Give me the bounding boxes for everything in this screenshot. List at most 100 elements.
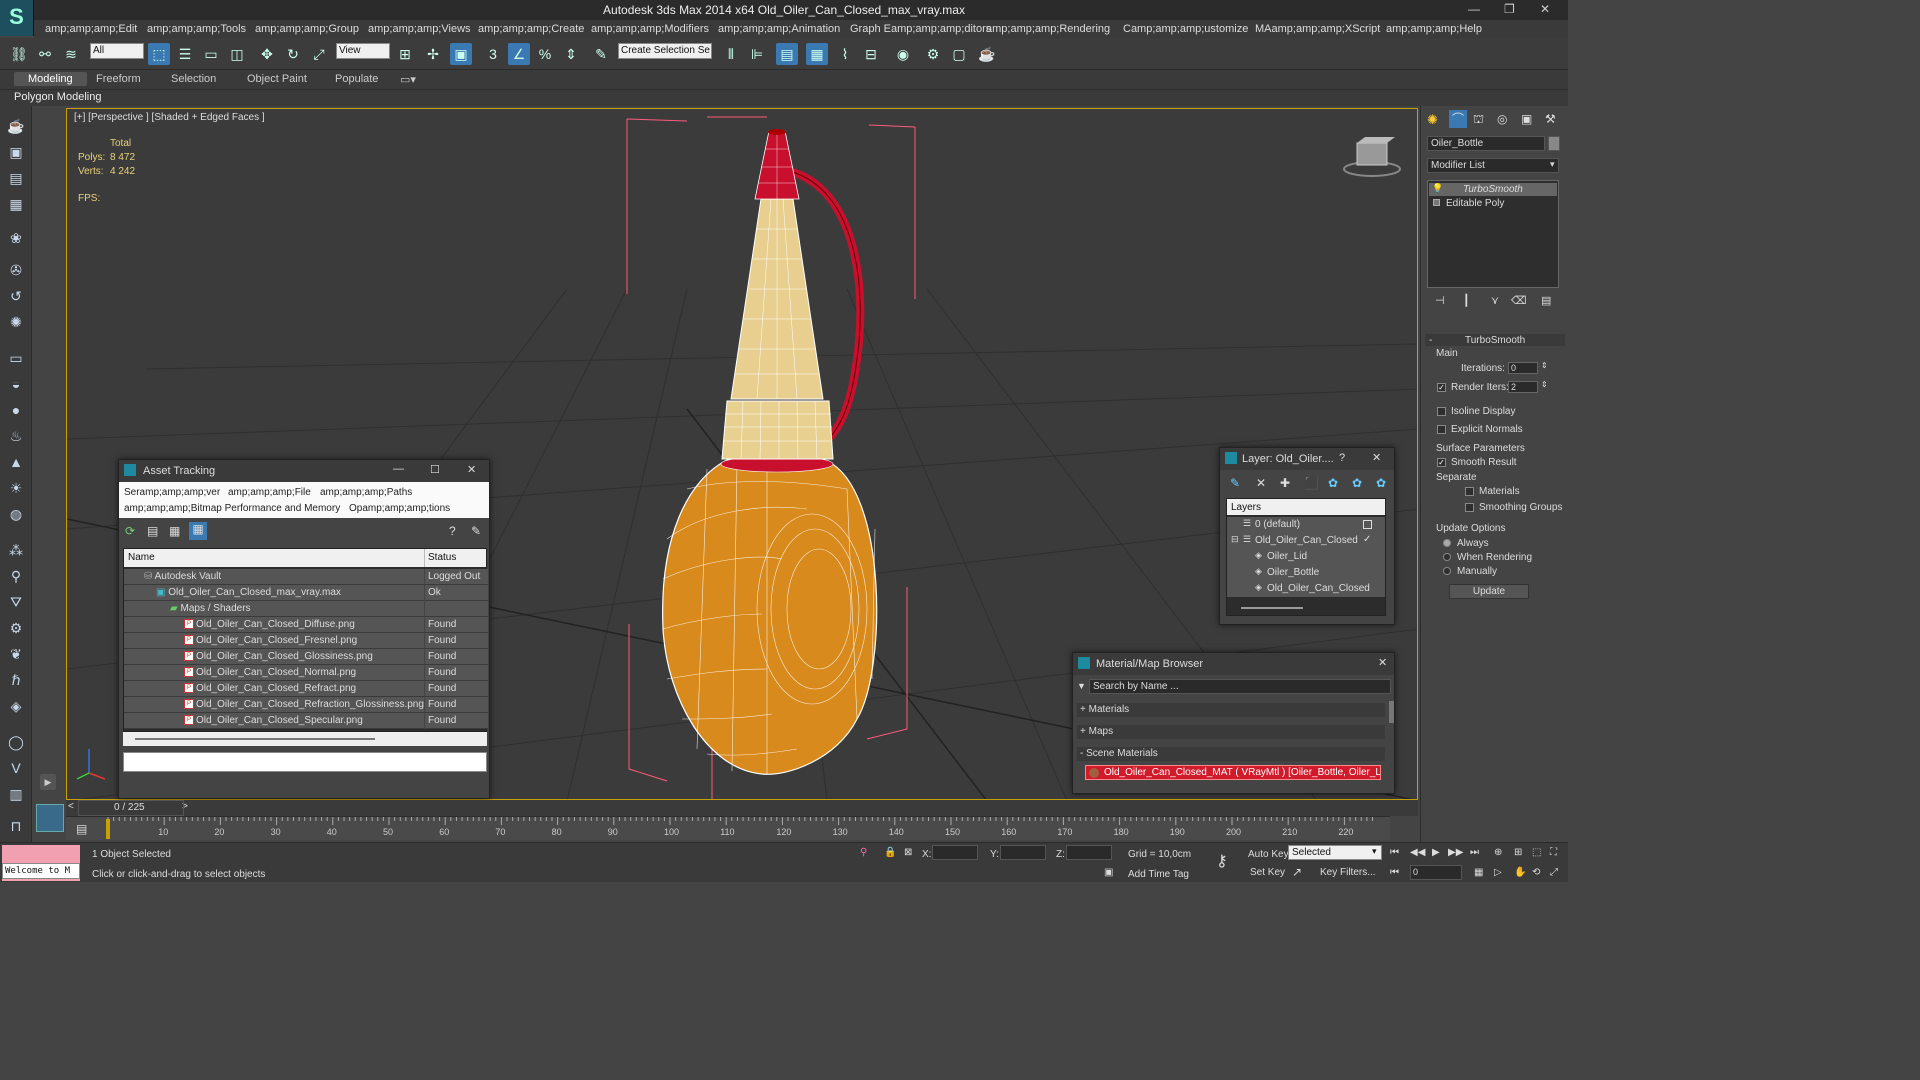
- layer-row[interactable]: ☰ 0 (default): [1227, 517, 1385, 533]
- close-button[interactable]: ✕: [1540, 2, 1550, 16]
- current-frame-marker[interactable]: [106, 819, 110, 839]
- tab-populate[interactable]: Populate: [335, 73, 378, 85]
- snap-3d-icon[interactable]: 3: [482, 43, 504, 65]
- restore-button[interactable]: ❐: [1504, 2, 1515, 16]
- configure-sets-icon[interactable]: ▤: [1541, 294, 1551, 307]
- key-mode-dropdown[interactable]: Selected: [1288, 845, 1382, 860]
- menu-customize[interactable]: Camp;amp;amp;ustomize: [1123, 23, 1248, 35]
- percent-snap-icon[interactable]: %: [534, 43, 556, 65]
- scroll-thumb[interactable]: [1241, 607, 1303, 609]
- pivot-center-icon[interactable]: ⊞: [394, 43, 416, 65]
- tab-freeform[interactable]: Freeform: [96, 73, 141, 85]
- camera-icon[interactable]: ✇: [5, 260, 27, 280]
- modifier-list-dropdown[interactable]: Modifier List: [1427, 158, 1559, 173]
- track-bar-icon[interactable]: ▤: [76, 822, 87, 836]
- layer-row[interactable]: ◈ Old_Oiler_Can_Closed: [1227, 581, 1385, 597]
- next-key-icon[interactable]: ▶▶: [1448, 847, 1463, 858]
- rotate-icon[interactable]: ↻: [282, 43, 304, 65]
- gear-icon[interactable]: ⚙: [5, 618, 27, 638]
- update-button[interactable]: Update: [1449, 584, 1529, 599]
- grid-view-icon[interactable]: ▦: [189, 522, 207, 540]
- explicit-normals-checkbox[interactable]: [1437, 425, 1446, 434]
- tab-selection[interactable]: Selection: [171, 73, 216, 85]
- stack-item-editable-poly[interactable]: Editable Poly: [1429, 197, 1557, 210]
- table-row[interactable]: P Old_Oiler_Can_Closed_Refract.png Found: [124, 681, 488, 697]
- menu-bitmap-performance[interactable]: amp;amp;amp;Bitmap Performance and Memor…: [124, 503, 340, 514]
- table-row[interactable]: ▰ Maps / Shaders: [124, 601, 488, 617]
- delete-layer-icon[interactable]: ✕: [1256, 476, 1266, 490]
- rect-selection-icon[interactable]: ▭: [200, 43, 222, 65]
- menu-rendering[interactable]: amp;amp;amp;Rendering: [986, 23, 1110, 35]
- spinner-arrows-icon[interactable]: ⇕: [1541, 380, 1548, 389]
- material-search-input[interactable]: Search by Name ...: [1089, 679, 1391, 694]
- options-dropdown-icon[interactable]: ▼: [1077, 681, 1086, 691]
- absolute-mode-icon[interactable]: ⊠: [904, 847, 912, 858]
- hf-icon[interactable]: ℏ: [5, 670, 27, 690]
- menu-group[interactable]: amp;amp;amp;Group: [255, 23, 359, 35]
- set-key-button[interactable]: Set Key: [1250, 867, 1285, 878]
- ribbon-toggle-icon[interactable]: ▦: [806, 43, 828, 65]
- maximize-viewport-icon[interactable]: ⤢: [1550, 867, 1558, 878]
- menu-help[interactable]: amp;amp;amp;Help: [1386, 23, 1482, 35]
- grid-icon[interactable]: ▦: [5, 194, 27, 214]
- material-browser-titlebar[interactable]: Material/Map Browser ✕: [1073, 653, 1394, 675]
- display-tab-icon[interactable]: ▣: [1521, 112, 1532, 126]
- layer-row[interactable]: ◈ Oiler_Lid: [1227, 549, 1385, 565]
- select-by-name-icon[interactable]: ☰: [174, 43, 196, 65]
- menu-options[interactable]: Opamp;amp;amp;tions: [349, 503, 450, 514]
- manually-radio[interactable]: [1443, 567, 1451, 575]
- film-icon[interactable]: ✺: [5, 312, 27, 332]
- list-icon[interactable]: ▤: [5, 168, 27, 188]
- unlink-icon[interactable]: ⚯: [34, 43, 56, 65]
- refresh-icon[interactable]: ⟳: [125, 524, 135, 538]
- table-row[interactable]: P Old_Oiler_Can_Closed_Fresnel.png Found: [124, 633, 488, 649]
- zoom-icon[interactable]: ⊕: [1494, 847, 1502, 858]
- hide-all-icon[interactable]: ✿: [1352, 476, 1362, 490]
- set-key-icon[interactable]: ↗: [1292, 865, 1302, 879]
- render-setup-icon[interactable]: ⚙: [922, 43, 944, 65]
- vertical-scrollbar[interactable]: [1389, 701, 1394, 723]
- geosphere-icon[interactable]: ◍: [5, 504, 27, 524]
- goto-end-icon[interactable]: ⏭: [1470, 847, 1479, 858]
- sun-icon[interactable]: ☀: [5, 478, 27, 498]
- remove-modifier-icon[interactable]: ⌫: [1511, 294, 1527, 307]
- select-objects-icon[interactable]: ⬛: [1304, 476, 1319, 490]
- close-button[interactable]: ✕: [1372, 451, 1381, 464]
- add-time-tag[interactable]: Add Time Tag: [1128, 869, 1189, 880]
- time-config-icon[interactable]: ▦: [1474, 867, 1483, 878]
- table-row[interactable]: P Old_Oiler_Can_Closed_Diffuse.png Found: [124, 617, 488, 633]
- expand-arrow-icon[interactable]: ▶: [40, 774, 56, 790]
- spinner-snap-icon[interactable]: ⇕: [560, 43, 582, 65]
- texture-icon[interactable]: ◈: [5, 696, 27, 716]
- layer-titlebar[interactable]: Layer: Old_Oiler.... ? ✕: [1220, 448, 1394, 470]
- menu-views[interactable]: amp;amp;amp;Views: [368, 23, 471, 35]
- time-slider-thumb[interactable]: [78, 800, 184, 816]
- z-coordinate-field[interactable]: [1066, 845, 1112, 860]
- create-tab-icon[interactable]: ✺: [1427, 112, 1438, 128]
- maps-group[interactable]: + Maps: [1077, 725, 1385, 739]
- isolate-icon[interactable]: ⚲: [860, 847, 867, 858]
- keyboard-shortcut-icon[interactable]: ▣: [450, 43, 472, 65]
- current-layer-box[interactable]: [1363, 520, 1372, 529]
- minimize-button[interactable]: —: [393, 463, 404, 475]
- layer-row[interactable]: ⊟ ☰ Old_Oiler_Can_Closed ✓: [1227, 533, 1385, 549]
- path-field[interactable]: [123, 752, 487, 772]
- x-coordinate-field[interactable]: [932, 845, 978, 860]
- materials-group[interactable]: + Materials: [1077, 703, 1385, 717]
- menu-graph-editors[interactable]: Graph Eamp;amp;amp;ditors: [850, 23, 991, 35]
- render-iters-checkbox[interactable]: ✓: [1437, 383, 1446, 392]
- key-icon[interactable]: ⚷: [1216, 851, 1228, 871]
- mini-listener-icon[interactable]: [36, 804, 64, 832]
- layer-manager-icon[interactable]: ▤: [776, 43, 798, 65]
- help-icon[interactable]: ?: [449, 524, 456, 538]
- add-to-layer-icon[interactable]: ✚: [1280, 476, 1290, 490]
- render-icon[interactable]: ▣: [5, 142, 27, 162]
- horizontal-scrollbar[interactable]: [123, 732, 487, 746]
- collapse-icon[interactable]: ⊟: [1231, 534, 1239, 545]
- render-iters-spinner[interactable]: 2: [1508, 381, 1538, 393]
- new-layer-icon[interactable]: ✎: [1230, 476, 1240, 490]
- paint-icon[interactable]: ❀: [5, 228, 27, 248]
- teapot-icon[interactable]: ☕: [5, 116, 27, 136]
- motion-tab-icon[interactable]: ◎: [1497, 112, 1507, 126]
- globe-icon[interactable]: ◯: [5, 732, 27, 752]
